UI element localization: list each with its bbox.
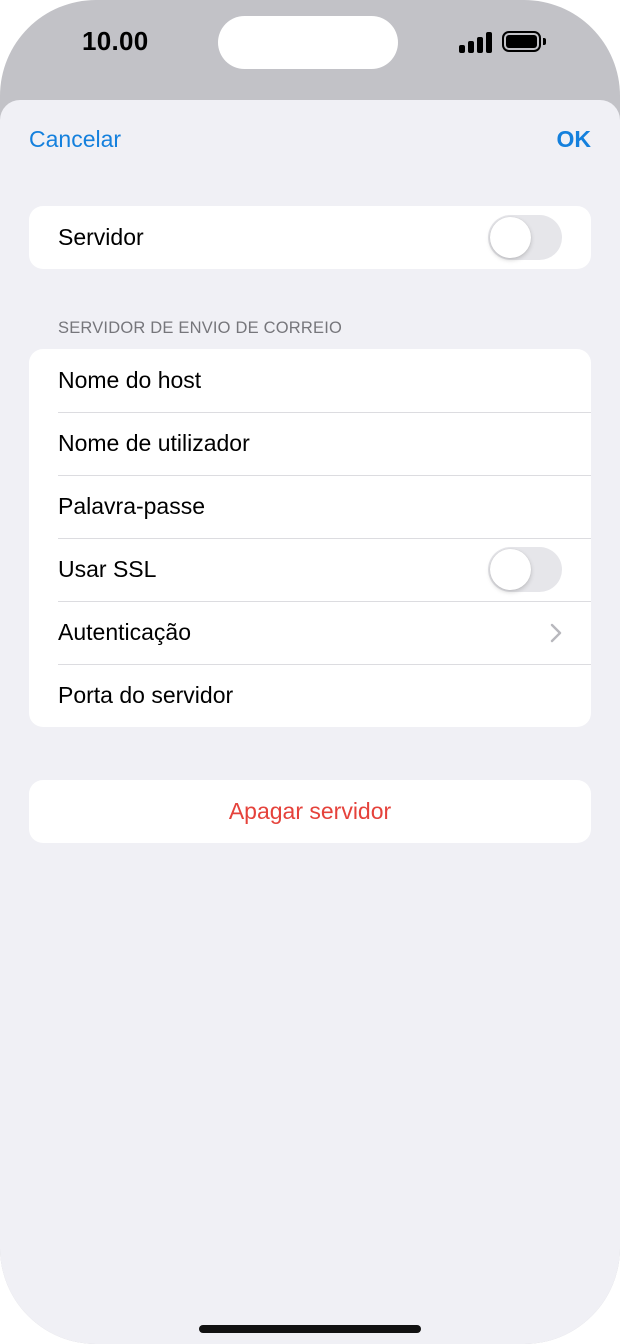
toggle-knob bbox=[490, 549, 531, 590]
server-row: Servidor bbox=[29, 206, 591, 269]
cellular-signal-icon bbox=[459, 31, 493, 53]
host-name-row[interactable]: Nome do host bbox=[29, 349, 591, 412]
authentication-row[interactable]: Autenticação bbox=[29, 601, 591, 664]
password-row[interactable]: Palavra-passe bbox=[29, 475, 591, 538]
use-ssl-row: Usar SSL bbox=[29, 538, 591, 601]
server-port-label: Porta do servidor bbox=[58, 682, 234, 708]
username-label: Nome de utilizador bbox=[58, 430, 250, 456]
delete-server-group: Apagar servidor bbox=[29, 780, 591, 843]
cancel-button[interactable]: Cancelar bbox=[29, 126, 121, 153]
server-label: Servidor bbox=[58, 224, 144, 250]
battery-icon bbox=[502, 31, 546, 52]
status-time: 10.00 bbox=[82, 26, 149, 56]
server-toggle[interactable] bbox=[488, 215, 562, 260]
host-name-label: Nome do host bbox=[58, 367, 202, 393]
server-settings-sheet: Cancelar OK Servidor SERVIDOR DE ENVIO D… bbox=[0, 100, 620, 1344]
phone-screen: 10.00 Cancelar OK Servidor SERVIDOR DE E… bbox=[0, 0, 620, 1344]
password-label: Palavra-passe bbox=[58, 493, 206, 519]
authentication-label: Autenticação bbox=[58, 619, 191, 645]
outgoing-server-group: Nome do host Nome de utilizador Palavra-… bbox=[29, 349, 591, 727]
dynamic-island bbox=[218, 16, 398, 69]
server-group: Servidor bbox=[29, 206, 591, 269]
home-indicator[interactable] bbox=[199, 1325, 421, 1333]
toggle-knob bbox=[490, 217, 531, 258]
ok-button[interactable]: OK bbox=[557, 126, 592, 153]
delete-server-label: Apagar servidor bbox=[228, 798, 392, 824]
status-bar: 10.00 bbox=[0, 0, 620, 100]
delete-server-button[interactable]: Apagar servidor bbox=[29, 780, 591, 843]
chevron-right-icon bbox=[550, 623, 562, 643]
username-row[interactable]: Nome de utilizador bbox=[29, 412, 591, 475]
section-header-outgoing: SERVIDOR DE ENVIO DE CORREIO bbox=[58, 319, 343, 337]
server-port-row[interactable]: Porta do servidor bbox=[29, 664, 591, 727]
use-ssl-label: Usar SSL bbox=[58, 556, 157, 582]
use-ssl-toggle[interactable] bbox=[488, 547, 562, 592]
